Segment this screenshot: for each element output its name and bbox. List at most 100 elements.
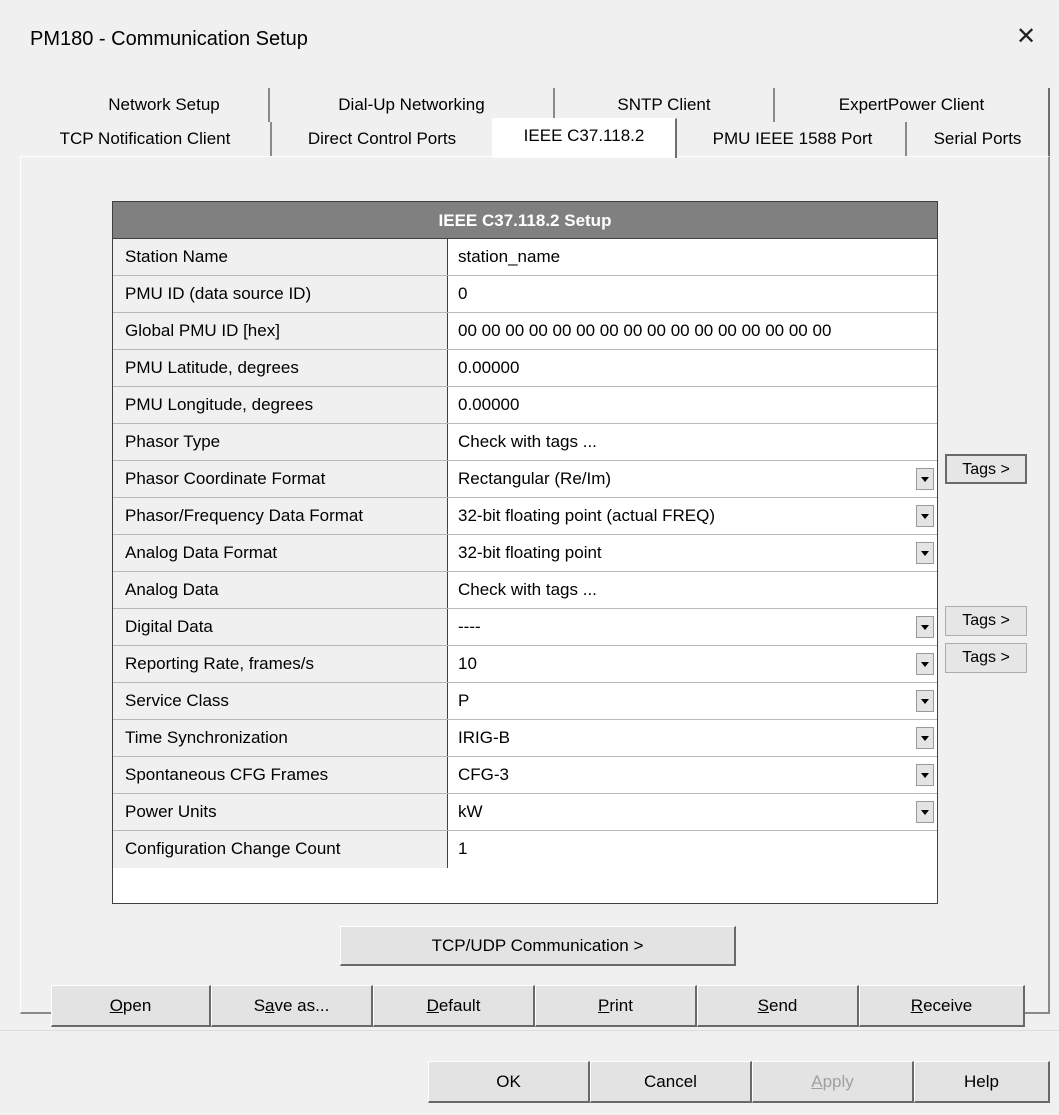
phasor-tags-button[interactable]: Tags > bbox=[945, 454, 1027, 484]
tab-strip: Network Setup Dial-Up Networking SNTP Cl… bbox=[20, 88, 1050, 158]
tab-pmu-ieee-1588-port[interactable]: PMU IEEE 1588 Port bbox=[680, 122, 907, 156]
chevron-down-icon[interactable] bbox=[916, 468, 934, 490]
spontaneous-cfg-frames-select[interactable]: CFG-3 bbox=[448, 757, 937, 793]
table-row: PMU ID (data source ID) 0 bbox=[113, 276, 937, 313]
print-button[interactable]: Print bbox=[535, 985, 697, 1027]
row-label: Time Synchronization bbox=[113, 720, 448, 756]
select-value: 32-bit floating point (actual FREQ) bbox=[458, 506, 716, 525]
select-value: ---- bbox=[458, 617, 481, 636]
table-row: Power Units kW bbox=[113, 794, 937, 831]
phasor-type-field: Check with tags ... bbox=[448, 424, 937, 460]
default-button[interactable]: Default bbox=[373, 985, 535, 1027]
print-accel: P bbox=[598, 996, 610, 1015]
tab-sntp-client[interactable]: SNTP Client bbox=[555, 88, 775, 122]
row-label: Power Units bbox=[113, 794, 448, 830]
configuration-change-count-field[interactable]: 1 bbox=[448, 831, 937, 868]
save-as-accel: a bbox=[265, 996, 275, 1015]
row-label: PMU Latitude, degrees bbox=[113, 350, 448, 386]
tab-expertpower-client[interactable]: ExpertPower Client bbox=[775, 88, 1050, 122]
row-label: Configuration Change Count bbox=[113, 831, 448, 868]
row-label: Spontaneous CFG Frames bbox=[113, 757, 448, 793]
row-label: PMU ID (data source ID) bbox=[113, 276, 448, 312]
power-units-select[interactable]: kW bbox=[448, 794, 937, 830]
service-class-select[interactable]: P bbox=[448, 683, 937, 719]
table-row: Phasor/Frequency Data Format 32-bit floa… bbox=[113, 498, 937, 535]
chevron-down-icon[interactable] bbox=[916, 690, 934, 712]
pmu-latitude-field[interactable]: 0.00000 bbox=[448, 350, 937, 386]
tcp-udp-communication-button[interactable]: TCP/UDP Communication > bbox=[340, 926, 736, 966]
setup-grid: IEEE C37.118.2 Setup Station Name statio… bbox=[112, 201, 938, 904]
receive-button[interactable]: Receive bbox=[859, 985, 1025, 1027]
cancel-button[interactable]: Cancel bbox=[590, 1061, 752, 1103]
close-icon[interactable]: ✕ bbox=[1011, 22, 1041, 52]
row-label: Digital Data bbox=[113, 609, 448, 645]
divider bbox=[0, 1030, 1059, 1031]
help-button[interactable]: Help bbox=[914, 1061, 1050, 1103]
save-as-pre: S bbox=[253, 996, 266, 1015]
select-value: Rectangular (Re/Im) bbox=[458, 469, 612, 488]
pmu-id-field[interactable]: 0 bbox=[448, 276, 937, 312]
chevron-down-icon[interactable] bbox=[916, 764, 934, 786]
table-row: Global PMU ID [hex] 00 00 00 00 00 00 00… bbox=[113, 313, 937, 350]
table-row: Analog Data Check with tags ... bbox=[113, 572, 937, 609]
phasor-coordinate-format-select[interactable]: Rectangular (Re/Im) bbox=[448, 461, 937, 497]
chevron-down-icon[interactable] bbox=[916, 801, 934, 823]
digital-tags-button[interactable]: Tags > bbox=[945, 643, 1027, 673]
time-synchronization-select[interactable]: IRIG-B bbox=[448, 720, 937, 756]
row-label: Phasor/Frequency Data Format bbox=[113, 498, 448, 534]
send-button[interactable]: Send bbox=[697, 985, 859, 1027]
tab-tcp-notification-client[interactable]: TCP Notification Client bbox=[20, 122, 272, 156]
tab-ieee-c37-118-2[interactable]: IEEE C37.118.2 bbox=[492, 118, 677, 158]
row-label: Phasor Coordinate Format bbox=[113, 461, 448, 497]
select-value: 10 bbox=[458, 654, 477, 673]
analog-data-format-select[interactable]: 32-bit floating point bbox=[448, 535, 937, 571]
phasor-frequency-format-select[interactable]: 32-bit floating point (actual FREQ) bbox=[448, 498, 937, 534]
row-label: Station Name bbox=[113, 239, 448, 275]
table-row: Reporting Rate, frames/s 10 bbox=[113, 646, 937, 683]
tab-direct-control-ports[interactable]: Direct Control Ports bbox=[272, 122, 492, 156]
title-bar: PM180 - Communication Setup ✕ bbox=[0, 0, 1059, 70]
select-value: IRIG-B bbox=[458, 728, 510, 747]
select-value: CFG-3 bbox=[458, 765, 509, 784]
global-pmu-id-field[interactable]: 00 00 00 00 00 00 00 00 00 00 00 00 00 0… bbox=[448, 313, 937, 349]
save-as-button[interactable]: Save as... bbox=[211, 985, 373, 1027]
table-row: Station Name station_name bbox=[113, 239, 937, 276]
tab-network-setup[interactable]: Network Setup bbox=[60, 88, 270, 122]
table-row: Service Class P bbox=[113, 683, 937, 720]
chevron-down-icon[interactable] bbox=[916, 653, 934, 675]
apply-accel: A bbox=[811, 1072, 823, 1091]
select-value: kW bbox=[458, 802, 483, 821]
chevron-down-icon[interactable] bbox=[916, 505, 934, 527]
table-row: Analog Data Format 32-bit floating point bbox=[113, 535, 937, 572]
table-row: Configuration Change Count 1 bbox=[113, 831, 937, 868]
grid-title: IEEE C37.118.2 Setup bbox=[113, 202, 937, 239]
ok-button[interactable]: OK bbox=[428, 1061, 590, 1103]
row-label: Reporting Rate, frames/s bbox=[113, 646, 448, 682]
row-label: Analog Data bbox=[113, 572, 448, 608]
save-as-label: ve as... bbox=[274, 996, 330, 1015]
digital-data-select[interactable]: ---- bbox=[448, 609, 937, 645]
pmu-longitude-field[interactable]: 0.00000 bbox=[448, 387, 937, 423]
row-label: Analog Data Format bbox=[113, 535, 448, 571]
send-label: end bbox=[768, 996, 798, 1015]
chevron-down-icon[interactable] bbox=[916, 542, 934, 564]
reporting-rate-select[interactable]: 10 bbox=[448, 646, 937, 682]
row-label: Service Class bbox=[113, 683, 448, 719]
analog-tags-button[interactable]: Tags > bbox=[945, 606, 1027, 636]
chevron-down-icon[interactable] bbox=[916, 616, 934, 638]
tab-dial-up-networking[interactable]: Dial-Up Networking bbox=[270, 88, 555, 122]
open-label: pen bbox=[122, 996, 152, 1015]
row-label: Phasor Type bbox=[113, 424, 448, 460]
open-button[interactable]: Open bbox=[51, 985, 211, 1027]
table-row: Spontaneous CFG Frames CFG-3 bbox=[113, 757, 937, 794]
table-row: PMU Latitude, degrees 0.00000 bbox=[113, 350, 937, 387]
analog-data-field: Check with tags ... bbox=[448, 572, 937, 608]
send-accel: S bbox=[757, 996, 769, 1015]
station-name-field[interactable]: station_name bbox=[448, 239, 937, 275]
chevron-down-icon[interactable] bbox=[916, 727, 934, 749]
select-value: P bbox=[458, 691, 470, 710]
table-row: Phasor Type Check with tags ... bbox=[113, 424, 937, 461]
apply-button[interactable]: Apply bbox=[752, 1061, 914, 1103]
table-row: Digital Data ---- bbox=[113, 609, 937, 646]
tab-serial-ports[interactable]: Serial Ports bbox=[907, 122, 1050, 156]
